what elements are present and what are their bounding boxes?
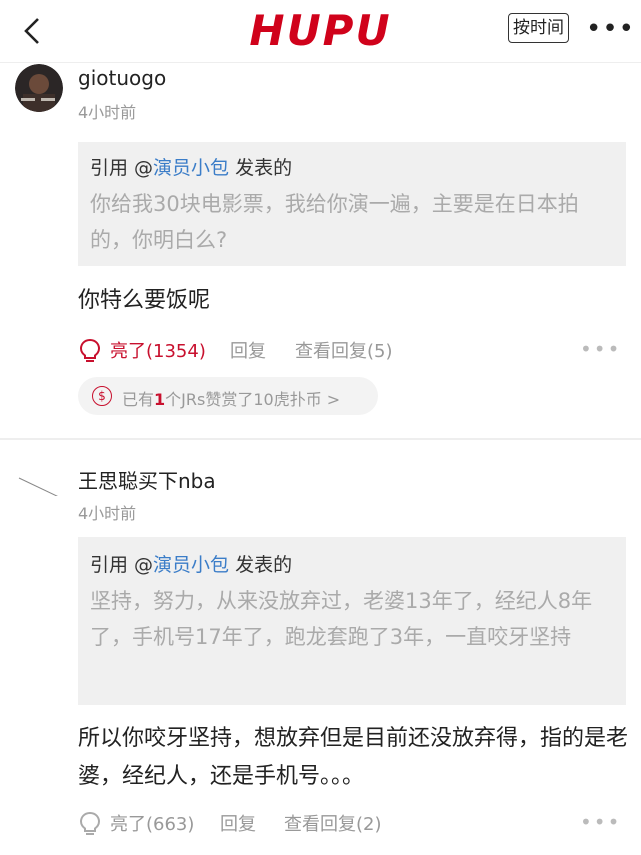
lightbulb-icon[interactable] xyxy=(78,810,102,838)
action-bar: 亮了(663) 回复 查看回复(2) ••• xyxy=(78,810,626,840)
top-nav-bar: HUPU 按时间 ••• xyxy=(0,0,641,63)
tip-suffix: 个JRs赞赏了10虎扑币 > xyxy=(165,390,341,409)
username[interactable]: giotuogo xyxy=(78,66,166,90)
action-bar: 亮了(1354) 回复 查看回复(5) ••• xyxy=(78,337,626,367)
quote-suffix: 发表的 xyxy=(229,157,293,179)
quote-prefix: 引用 @ xyxy=(90,554,154,576)
quote-header: 引用 @演员小包 发表的 xyxy=(90,153,292,180)
comment-body: 你特么要饭呢 xyxy=(78,288,211,313)
avatar[interactable] xyxy=(15,448,63,496)
more-options-icon[interactable]: ••• xyxy=(580,337,621,361)
view-replies-button[interactable]: 查看回复(2) xyxy=(284,810,382,836)
coin-icon: $ xyxy=(92,386,112,406)
tip-badge[interactable]: $ 已有1个JRs赞赏了10虎扑币 > xyxy=(78,377,378,415)
sort-by-time-button[interactable]: 按时间 xyxy=(508,13,569,43)
more-icon[interactable]: ••• xyxy=(586,14,635,44)
quote-text: 你给我30块电影票，我给你演一遍，主要是在日本拍的，你明白么? xyxy=(90,192,579,252)
tip-prefix: 已有 xyxy=(122,390,155,409)
quote-block: 引用 @演员小包 发表的 坚持，努力，从来没放弃过，老婆13年了，经纪人8年了，… xyxy=(78,537,626,705)
quote-author-link[interactable]: 演员小包 xyxy=(153,157,229,179)
avatar[interactable] xyxy=(15,64,63,112)
quote-prefix: 引用 @ xyxy=(90,157,154,179)
quote-suffix: 发表的 xyxy=(229,554,293,576)
lightbulb-icon[interactable] xyxy=(78,337,102,365)
post-time: 4小时前 xyxy=(78,504,137,523)
post-time: 4小时前 xyxy=(78,103,137,122)
reply-button[interactable]: 回复 xyxy=(220,810,256,836)
quote-block: 引用 @演员小包 发表的 你给我30块电影票，我给你演一遍，主要是在日本拍的，你… xyxy=(78,142,626,266)
quote-author-link[interactable]: 演员小包 xyxy=(153,554,229,576)
reply-button[interactable]: 回复 xyxy=(230,337,266,363)
quote-header: 引用 @演员小包 发表的 xyxy=(90,550,292,577)
more-options-icon[interactable]: ••• xyxy=(580,810,621,834)
quote-text: 坚持，努力，从来没放弃过，老婆13年了，经纪人8年了，手机号17年了，跑龙套跑了… xyxy=(90,589,593,649)
comment-body: 所以你咬牙坚持，想放弃但是目前还没放弃得，指的是老婆，经纪人，还是手机号。。。 xyxy=(78,726,629,789)
username[interactable]: 王思聪买下nba xyxy=(78,465,216,494)
tip-count: 1 xyxy=(154,390,166,409)
view-replies-button[interactable]: 查看回复(5) xyxy=(295,337,393,363)
like-button[interactable]: 亮了(1354) xyxy=(110,337,206,363)
like-button[interactable]: 亮了(663) xyxy=(110,810,194,836)
comment-item: giotuogo 4小时前 引用 @演员小包 发表的 你给我30块电影票，我给你… xyxy=(0,62,641,438)
comment-item: 王思聪买下nba 4小时前 引用 @演员小包 发表的 坚持，努力，从来没放弃过，… xyxy=(0,440,641,855)
tip-text: 已有1个JRs赞赏了10虎扑币 > xyxy=(122,386,340,410)
